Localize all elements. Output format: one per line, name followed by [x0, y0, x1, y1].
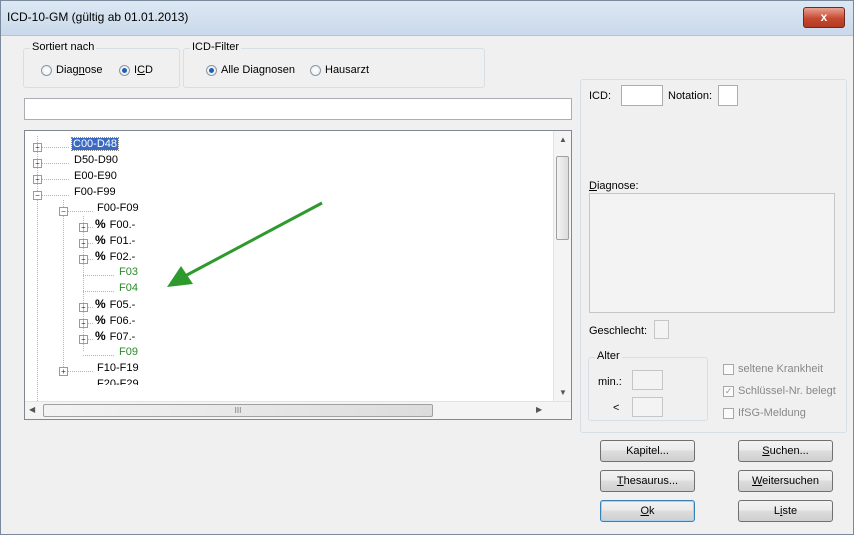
- tree-lines: [37, 136, 115, 402]
- tree-horizontal-scrollbar[interactable]: ◀ III ▶: [25, 401, 571, 419]
- schluessel-checkbox[interactable]: ✓ Schlüssel-Nr. belegt: [723, 385, 836, 397]
- sort-diagnose-label: Diagnose: [56, 64, 103, 76]
- ifsg-checkbox[interactable]: IfSG-Meldung: [723, 407, 806, 419]
- filter-hausarzt-label: Hausarzt: [325, 64, 370, 76]
- min-age-field[interactable]: [632, 370, 663, 390]
- ifsg-label: IfSG-Meldung: [738, 407, 806, 419]
- checkbox-empty-icon: [723, 363, 734, 375]
- schluessel-label: Schlüssel-Nr. belegt: [738, 385, 836, 397]
- icd-dialog-window: ICD-10-GM (gültig ab 01.01.2013) x Sorti…: [0, 0, 854, 535]
- icd-tree-view[interactable]: + C00-D48 + D50-D90 + E00-E90 − F00-F99 …: [24, 130, 572, 420]
- diagnose-label: Diagnose:: [589, 180, 639, 192]
- horizontal-scroll-thumb[interactable]: III: [43, 404, 433, 417]
- scroll-down-icon[interactable]: ▼: [559, 388, 567, 397]
- suchen-button[interactable]: Suchen...: [738, 440, 833, 462]
- liste-button[interactable]: Liste: [738, 500, 833, 522]
- seltene-krankheit-checkbox[interactable]: seltene Krankheit: [723, 363, 823, 375]
- ok-button[interactable]: Ok: [600, 500, 695, 522]
- close-button[interactable]: x: [803, 7, 845, 28]
- radio-off-icon: [310, 64, 321, 76]
- notation-field[interactable]: [718, 85, 738, 106]
- checkbox-empty-icon: [723, 407, 734, 419]
- filter-hausarzt-radio[interactable]: Hausarzt: [310, 64, 369, 76]
- tree-vertical-scrollbar[interactable]: ▲ ▼: [553, 131, 571, 402]
- checkbox-checked-icon: ✓: [723, 385, 734, 397]
- max-age-field[interactable]: [632, 397, 663, 417]
- filter-alle-label: Alle Diagnosen: [221, 64, 295, 76]
- sort-icd-label: ICD: [134, 64, 153, 76]
- annotation-arrow-icon: [167, 201, 323, 287]
- weitersuchen-button[interactable]: Weitersuchen: [738, 470, 833, 492]
- title-bar[interactable]: ICD-10-GM (gültig ab 01.01.2013) x: [1, 1, 853, 36]
- scroll-up-icon[interactable]: ▲: [559, 135, 567, 144]
- radio-on-icon: [206, 64, 217, 76]
- min-label: min.:: [598, 376, 622, 388]
- geschlecht-field[interactable]: [654, 320, 669, 339]
- filter-group-label: ICD-Filter: [190, 41, 242, 53]
- thesaurus-button[interactable]: Thesaurus...: [600, 470, 695, 492]
- alter-label: Alter: [595, 350, 622, 362]
- notation-label: Notation:: [668, 90, 713, 102]
- radio-on-icon: [119, 64, 130, 76]
- geschlecht-label: Geschlecht:: [589, 325, 648, 337]
- scroll-left-icon[interactable]: ◀: [29, 405, 35, 414]
- scroll-right-icon[interactable]: ▶: [536, 405, 542, 414]
- icd-field[interactable]: [621, 85, 663, 106]
- sort-group-label: Sortiert nach: [30, 41, 97, 53]
- icd-label: ICD:: [589, 90, 611, 102]
- sort-icd-radio[interactable]: ICD: [119, 64, 153, 76]
- kapitel-button[interactable]: Kapitel...: [600, 440, 695, 462]
- vertical-scroll-thumb[interactable]: [556, 156, 569, 240]
- search-input[interactable]: [24, 98, 572, 120]
- window-title: ICD-10-GM (gültig ab 01.01.2013): [7, 10, 189, 24]
- seltene-krankheit-label: seltene Krankheit: [738, 363, 823, 375]
- filter-alle-radio[interactable]: Alle Diagnosen: [206, 64, 295, 76]
- sort-diagnose-radio[interactable]: Diagnose: [41, 64, 103, 76]
- lt-label: <: [613, 402, 620, 414]
- diagnose-text-area[interactable]: [589, 193, 835, 313]
- radio-off-icon: [41, 64, 52, 76]
